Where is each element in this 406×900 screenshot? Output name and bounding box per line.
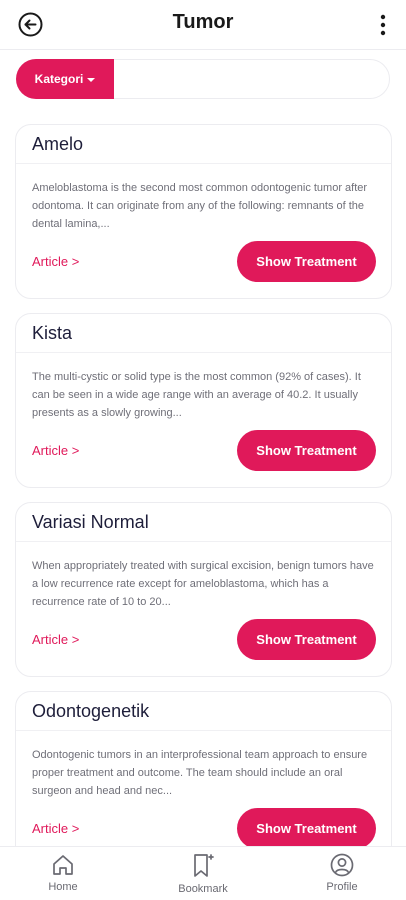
category-label: Kategori	[34, 72, 84, 86]
article-link[interactable]: Article >	[32, 443, 79, 458]
card-description: When appropriately treated with surgical…	[32, 560, 374, 608]
list-item: Kista The multi-cystic or solid type is …	[15, 313, 392, 488]
page-title: Tumor	[172, 11, 234, 33]
more-options-button[interactable]	[380, 14, 386, 36]
chevron-down-icon	[87, 77, 96, 82]
card-divider	[16, 730, 391, 731]
article-link[interactable]: Article >	[32, 632, 79, 647]
bookmark-icon	[194, 854, 214, 877]
bottom-navigation: Home Bookmark Profile	[0, 846, 406, 900]
filter-bar: Kategori	[16, 59, 390, 99]
show-treatment-button[interactable]: Show Treatment	[237, 808, 376, 849]
nav-label-profile: Profile	[326, 881, 358, 893]
article-link[interactable]: Article >	[32, 821, 79, 836]
list-item: Odontogenetik Odontogenic tumors in an i…	[15, 691, 392, 866]
card-title: Variasi Normal	[32, 512, 149, 532]
show-treatment-button[interactable]: Show Treatment	[237, 619, 376, 660]
card-title: Kista	[32, 323, 73, 343]
more-vertical-icon	[380, 14, 386, 36]
show-treatment-button[interactable]: Show Treatment	[237, 430, 376, 471]
card-divider	[16, 352, 391, 353]
category-dropdown-button[interactable]: Kategori	[16, 59, 114, 99]
card-title: Amelo	[32, 134, 84, 154]
nav-item-profile[interactable]: Profile	[297, 853, 387, 893]
list-item: Variasi Normal When appropriately treate…	[15, 502, 392, 677]
list-item: Amelo Ameloblastoma is the second most c…	[15, 124, 392, 299]
card-divider	[16, 541, 391, 542]
article-link[interactable]: Article >	[32, 254, 79, 269]
nav-item-home[interactable]: Home	[18, 853, 108, 893]
profile-icon	[330, 853, 354, 877]
nav-label-bookmark: Bookmark	[178, 883, 228, 895]
nav-label-home: Home	[48, 881, 78, 893]
card-divider	[16, 163, 391, 164]
show-treatment-button[interactable]: Show Treatment	[237, 241, 376, 282]
nav-item-bookmark[interactable]: Bookmark	[158, 853, 248, 895]
card-description: Odontogenic tumors in an interprofession…	[32, 749, 368, 797]
home-icon	[53, 855, 73, 875]
app-bar: Tumor	[0, 0, 406, 50]
card-title: Odontogenetik	[32, 701, 150, 721]
card-description: Ameloblastoma is the second most common …	[32, 182, 368, 230]
card-description: The multi-cystic or solid type is the mo…	[32, 371, 361, 419]
